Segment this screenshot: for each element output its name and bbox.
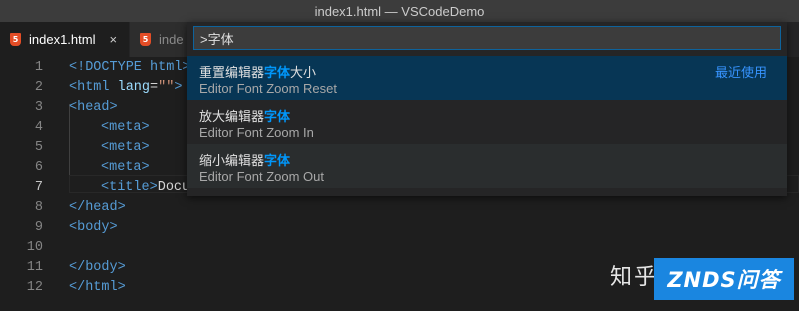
code-text: <meta>	[101, 139, 150, 155]
code-text: <head>	[69, 99, 118, 115]
palette-item-description: Editor Font Zoom In	[199, 125, 314, 140]
palette-item-label: 放大编辑器字体	[199, 109, 291, 124]
code-text: <html	[69, 79, 118, 95]
code-text: <meta>	[101, 119, 150, 135]
line-number: 11	[26, 259, 43, 275]
line-number: 8	[34, 199, 43, 215]
palette-item-label: 缩小编辑器字体	[199, 153, 291, 168]
tab-label: index1.html	[29, 32, 96, 47]
recently-used-badge: 最近使用	[714, 65, 767, 80]
line-number: 10	[26, 239, 43, 255]
line-number: 3	[34, 99, 43, 115]
code-text: </html>	[69, 279, 126, 295]
code-text: </body>	[69, 259, 126, 275]
code-text: =	[150, 79, 159, 95]
line-number: 2	[34, 79, 43, 95]
code-text: Docu	[157, 179, 191, 195]
line-number: 6	[34, 159, 43, 175]
code-text: <!DOCTYPE html>	[69, 59, 191, 75]
line-number: 1	[34, 59, 43, 75]
code-line: 9 <body>	[0, 217, 799, 237]
code-line: 8 </head>	[0, 197, 799, 217]
tab-index1[interactable]: 5 index1.html ×	[0, 22, 130, 57]
tab-label: inde	[159, 32, 184, 47]
code-text: <body>	[69, 219, 118, 235]
title-bar: index1.html — VSCodeDemo	[0, 0, 799, 22]
palette-item-zoom-in[interactable]: 放大编辑器字体 Editor Font Zoom In	[187, 100, 787, 144]
command-palette-input[interactable]	[193, 26, 781, 50]
code-text: <title>	[101, 179, 158, 195]
line-number: 12	[26, 279, 43, 295]
code-attr: lang	[117, 79, 151, 95]
palette-item-description: Editor Font Zoom Out	[199, 169, 324, 184]
close-icon[interactable]: ×	[109, 32, 117, 47]
code-string: ""	[158, 79, 175, 95]
line-number: 7	[34, 179, 43, 195]
code-line: 10	[0, 237, 799, 257]
line-number: 4	[34, 119, 43, 135]
html5-icon: 5	[140, 33, 151, 46]
code-text: <meta>	[101, 159, 150, 175]
znds-watermark-logo: ZNDS问答	[654, 258, 794, 300]
palette-item-label: 重置编辑器字体大小	[199, 65, 317, 80]
palette-item-zoom-reset[interactable]: 重置编辑器字体大小 最近使用 Editor Font Zoom Reset	[187, 56, 787, 100]
window-title: index1.html — VSCodeDemo	[314, 3, 485, 19]
palette-item-description: Editor Font Zoom Reset	[199, 81, 337, 96]
line-number: 5	[34, 139, 43, 155]
zhihu-watermark: 知乎	[610, 265, 659, 290]
code-text: </head>	[69, 199, 126, 215]
palette-item-zoom-out[interactable]: 缩小编辑器字体 Editor Font Zoom Out	[187, 144, 787, 188]
html5-icon: 5	[10, 33, 21, 46]
line-number: 9	[34, 219, 43, 235]
code-text: >	[174, 79, 183, 95]
command-palette: 重置编辑器字体大小 最近使用 Editor Font Zoom Reset 放大…	[187, 22, 787, 196]
